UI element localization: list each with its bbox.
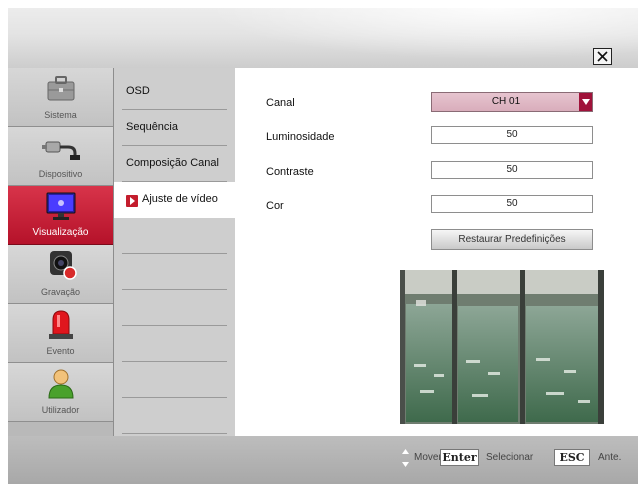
video-adjust-content: Canal CH 01 Luminosidade 50 Contraste 50… [235, 68, 638, 436]
chevron-down-icon [581, 99, 590, 105]
back-hint: Ante. [598, 452, 622, 463]
submenu-empty-slot [114, 326, 235, 362]
camera-preview [400, 270, 604, 424]
submenu-item-composicao-canal[interactable]: Composição Canal [114, 146, 235, 182]
esc-key: ESC [554, 449, 590, 466]
sidebar-item-label: Sistema [44, 110, 77, 120]
submenu-empty-slot [114, 362, 235, 398]
camera-preview-image [400, 270, 604, 424]
luminosidade-label: Luminosidade [266, 131, 335, 143]
submenu-empty-slot [114, 290, 235, 326]
sidebar-item-utilizador[interactable]: Utilizador [8, 363, 113, 422]
canal-select[interactable]: CH 01 [431, 92, 593, 112]
restore-defaults-button[interactable]: Restaurar Predefinições [431, 229, 593, 250]
close-button[interactable] [593, 48, 612, 65]
enter-key: Enter [440, 449, 479, 466]
sidebar-item-gravacao[interactable]: Gravação [8, 245, 113, 304]
close-icon [597, 51, 608, 62]
display-monitor-icon [46, 192, 76, 220]
chevron-right-icon [126, 195, 138, 207]
alarm-siren-icon [49, 310, 73, 339]
submenu-empty-slot [114, 218, 235, 254]
up-down-arrows-icon [402, 449, 409, 467]
cor-field[interactable]: 50 [431, 195, 593, 213]
submenu-item-label: Composição Canal [126, 157, 219, 169]
sidebar-item-label: Dispositivo [38, 169, 83, 179]
sidebar-item-dispositivo[interactable]: Dispositivo [8, 127, 113, 186]
title-bar [8, 8, 638, 68]
submenu-item-label: Sequência [126, 121, 178, 133]
luminosidade-field[interactable]: 50 [431, 126, 593, 144]
submenu-item-osd[interactable]: OSD [114, 74, 235, 110]
record-camera-icon [50, 251, 77, 280]
move-hint: Mover [414, 452, 442, 463]
device-cable-icon [42, 141, 80, 160]
sidebar-item-visualizacao[interactable]: Visualização [8, 186, 113, 245]
contraste-field[interactable]: 50 [431, 161, 593, 179]
submenu-item-sequencia[interactable]: Sequência [114, 110, 235, 146]
sidebar-item-sistema[interactable]: Sistema [8, 68, 113, 127]
submenu-empty-slot [114, 398, 235, 434]
main-menu-sidebar: Sistema Dispositivo Visualização Gravaçã… [8, 68, 114, 436]
sidebar-item-label: Gravação [40, 287, 81, 297]
system-tools-icon [47, 76, 75, 101]
sidebar-item-label: Evento [46, 346, 75, 356]
sidebar-item-label: Visualização [32, 227, 89, 238]
footer-hint-bar: Mover Enter Selecionar ESC Ante. [8, 436, 638, 484]
submenu-item-ajuste-de-video[interactable]: Ajuste de vídeo [114, 182, 235, 218]
dropdown-button[interactable] [579, 93, 592, 111]
submenu-empty-slot [114, 254, 235, 290]
canal-select-value: CH 01 [491, 96, 521, 107]
submenu-item-label: OSD [126, 85, 150, 97]
submenu-item-label: Ajuste de vídeo [142, 193, 218, 205]
select-hint: Selecionar [486, 452, 534, 463]
submenu-panel: OSD Sequência Composição Canal Ajuste de… [114, 68, 235, 436]
cor-label: Cor [266, 200, 284, 212]
sidebar-item-evento[interactable]: Evento [8, 304, 113, 363]
contraste-label: Contraste [266, 166, 314, 178]
sidebar-item-label: Utilizador [41, 405, 80, 415]
canal-label: Canal [266, 97, 295, 109]
user-icon [48, 369, 74, 399]
video-adjust-window: Sistema Dispositivo Visualização Gravaçã… [8, 8, 638, 484]
